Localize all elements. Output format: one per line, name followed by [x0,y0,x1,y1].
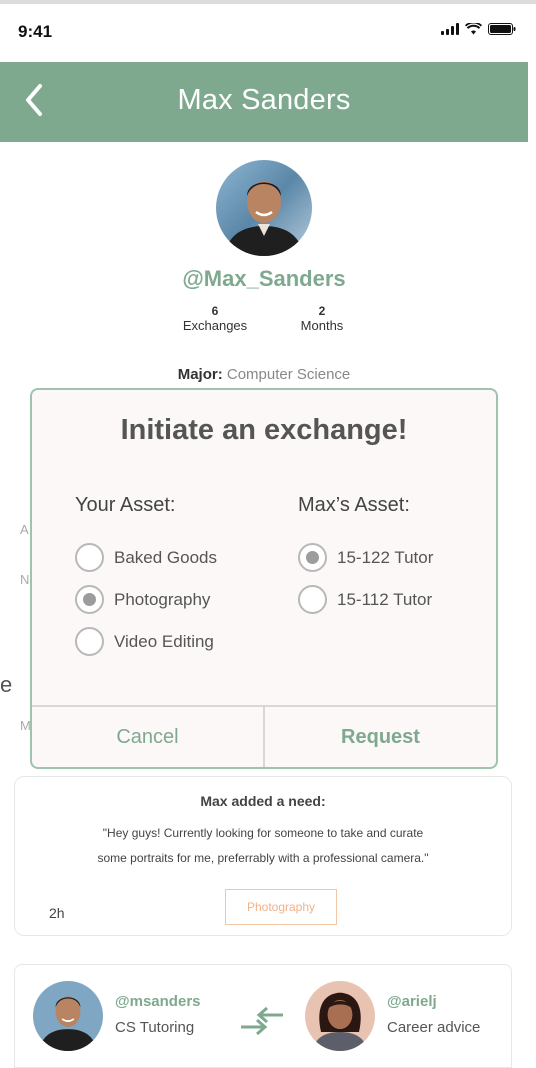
months-label: Months [300,318,344,333]
radio-label: 15-112 Tutor [337,589,433,609]
obscured-text-n: N [20,572,30,587]
avatar-arielj [305,981,375,1051]
status-time: 9:41 [18,22,53,41]
obscured-text-e: e [0,672,13,697]
profile-avatar [216,160,312,256]
header-bar: Max Sanders [0,62,528,142]
radio-button[interactable] [75,543,104,572]
need-title: Max added a need: [200,793,326,809]
your-asset-title: Your Asset: [75,494,176,516]
status-bar: 9:41 [0,10,536,54]
exchange-left-user[interactable]: @msanders [115,993,201,1010]
their-asset-title: Max’s Asset: [298,494,410,516]
radio-button[interactable] [75,627,104,656]
obscured-text-a: A [20,522,29,537]
radio-label: Photography [114,589,211,609]
major-label: Major: [177,366,223,383]
wifi-icon [465,23,482,35]
months-count: 2 [318,304,326,318]
need-tag[interactable]: Photography [225,889,337,925]
modal-footer: Cancel Request [32,705,496,767]
signal-icon [441,23,459,35]
exchanges-stat: 6 Exchanges [170,304,260,333]
top-divider [0,0,536,4]
radio-label: 15-122 Tutor [337,547,434,567]
radio-baked-goods[interactable]: Baked Goods [75,543,217,572]
major-value: Computer Science [226,366,351,383]
exchange-right-user[interactable]: @arielj [387,993,437,1010]
exchanges-label: Exchanges [182,318,248,333]
radio-button[interactable] [298,585,327,614]
exchange-left-skill: CS Tutoring [115,1019,195,1036]
modal-title: Initiate an exchange! [120,414,408,446]
major-info: Major: Computer Science [0,366,528,383]
avatar-msanders [33,981,103,1051]
exchange-right-skill: Career advice [387,1019,481,1036]
radio-photography[interactable]: Photography [75,585,210,614]
need-time: 2h [49,905,65,921]
exchange-modal: Initiate an exchange! Your Asset: Max’s … [30,388,498,769]
exchange-card[interactable]: @msanders CS Tutoring @arielj Career adv… [14,964,512,1068]
cancel-button[interactable]: Cancel [32,707,263,767]
profile-handle: @Max_Sanders [182,266,346,291]
battery-icon [488,23,516,35]
radio-button-selected[interactable] [298,543,327,572]
swap-arrows-icon [237,1001,287,1041]
radio-15-112-tutor[interactable]: 15-112 Tutor [298,585,432,614]
radio-video-editing[interactable]: Video Editing [75,627,214,656]
need-card[interactable]: Max added a need: "Hey guys! Currently l… [14,776,512,936]
radio-15-122-tutor[interactable]: 15-122 Tutor [298,543,433,572]
page-title: Max Sanders [177,84,351,116]
months-stat: 2 Months [282,304,362,333]
need-line-2: some portraits for me, preferrably with … [97,851,429,865]
need-line-1: "Hey guys! Currently looking for someone… [102,826,424,840]
radio-label: Baked Goods [114,547,218,567]
radio-button-selected[interactable] [75,585,104,614]
status-icons [441,23,516,35]
need-description: "Hey guys! Currently looking for someone… [27,821,499,871]
request-button[interactable]: Request [263,707,496,767]
exchanges-count: 6 [211,304,219,318]
radio-label: Video Editing [114,631,214,651]
